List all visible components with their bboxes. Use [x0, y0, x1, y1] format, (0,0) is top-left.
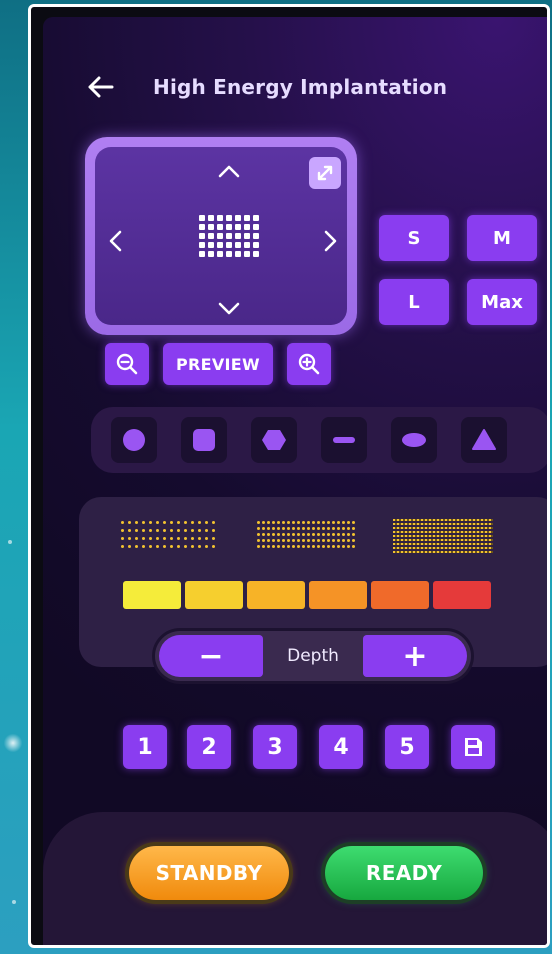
size-button-max[interactable]: Max: [467, 279, 537, 325]
depth-decrease-button[interactable]: −: [159, 635, 263, 677]
sparkle-dot: [12, 900, 16, 904]
pattern-dot-grid: [199, 215, 259, 259]
page-title: High Energy Implantation: [153, 75, 448, 99]
ready-button[interactable]: READY: [325, 846, 483, 900]
line-icon: [333, 437, 355, 443]
hexagon-icon: [262, 430, 286, 450]
preset-button-4[interactable]: 4: [319, 725, 363, 769]
pattern-preview-panel: [85, 137, 357, 335]
save-icon: [465, 738, 482, 756]
arrow-left-icon[interactable]: [87, 73, 115, 101]
energy-level-2[interactable]: [185, 581, 243, 609]
triangle-icon: [472, 429, 496, 450]
preset-button-5[interactable]: 5: [385, 725, 429, 769]
sparkle-dot: [8, 540, 12, 544]
shape-line-button[interactable]: [321, 417, 367, 463]
shape-square-button[interactable]: [181, 417, 227, 463]
circle-icon: [123, 429, 145, 451]
depth-label: Depth: [287, 646, 339, 666]
ellipse-icon: [402, 433, 426, 447]
density-medium-option[interactable]: [257, 521, 357, 551]
size-button-s[interactable]: S: [379, 215, 449, 261]
zoom-out-button[interactable]: [105, 343, 149, 385]
app-screen: High Energy Implantation S M L Max PREVI…: [43, 17, 547, 945]
standby-button[interactable]: STANDBY: [129, 846, 289, 900]
chevron-down-icon[interactable]: [215, 295, 243, 323]
density-high-option[interactable]: [393, 519, 493, 553]
sparkle-decoration: [2, 732, 24, 754]
energy-level-bar: [123, 581, 491, 609]
pattern-preview-area[interactable]: [95, 147, 347, 325]
energy-level-4[interactable]: [309, 581, 367, 609]
preset-button-1[interactable]: 1: [123, 725, 167, 769]
footer-controls: STANDBY READY: [43, 812, 547, 945]
save-preset-button[interactable]: [451, 725, 495, 769]
zoom-out-icon: [116, 353, 138, 375]
shape-ellipse-button[interactable]: [391, 417, 437, 463]
header: High Energy Implantation: [87, 73, 447, 101]
expand-button[interactable]: [309, 157, 341, 189]
chevron-up-icon[interactable]: [215, 157, 243, 185]
preset-button-2[interactable]: 2: [187, 725, 231, 769]
chevron-left-icon[interactable]: [101, 227, 129, 255]
preview-button[interactable]: PREVIEW: [163, 343, 273, 385]
shape-circle-button[interactable]: [111, 417, 157, 463]
energy-level-1[interactable]: [123, 581, 181, 609]
size-button-l[interactable]: L: [379, 279, 449, 325]
square-icon: [193, 429, 215, 451]
zoom-in-icon: [298, 353, 320, 375]
zoom-in-button[interactable]: [287, 343, 331, 385]
depth-increase-button[interactable]: +: [363, 635, 467, 677]
shape-triangle-button[interactable]: [461, 417, 507, 463]
preset-button-3[interactable]: 3: [253, 725, 297, 769]
chevron-right-icon[interactable]: [317, 227, 345, 255]
density-low-option[interactable]: [121, 521, 219, 553]
shape-selector: [91, 407, 547, 473]
shape-hexagon-button[interactable]: [251, 417, 297, 463]
depth-control: − Depth +: [155, 631, 471, 681]
size-button-m[interactable]: M: [467, 215, 537, 261]
device-frame: High Energy Implantation S M L Max PREVI…: [28, 4, 550, 948]
energy-level-5[interactable]: [371, 581, 429, 609]
energy-level-6[interactable]: [433, 581, 491, 609]
expand-icon: [317, 165, 333, 181]
energy-level-3[interactable]: [247, 581, 305, 609]
